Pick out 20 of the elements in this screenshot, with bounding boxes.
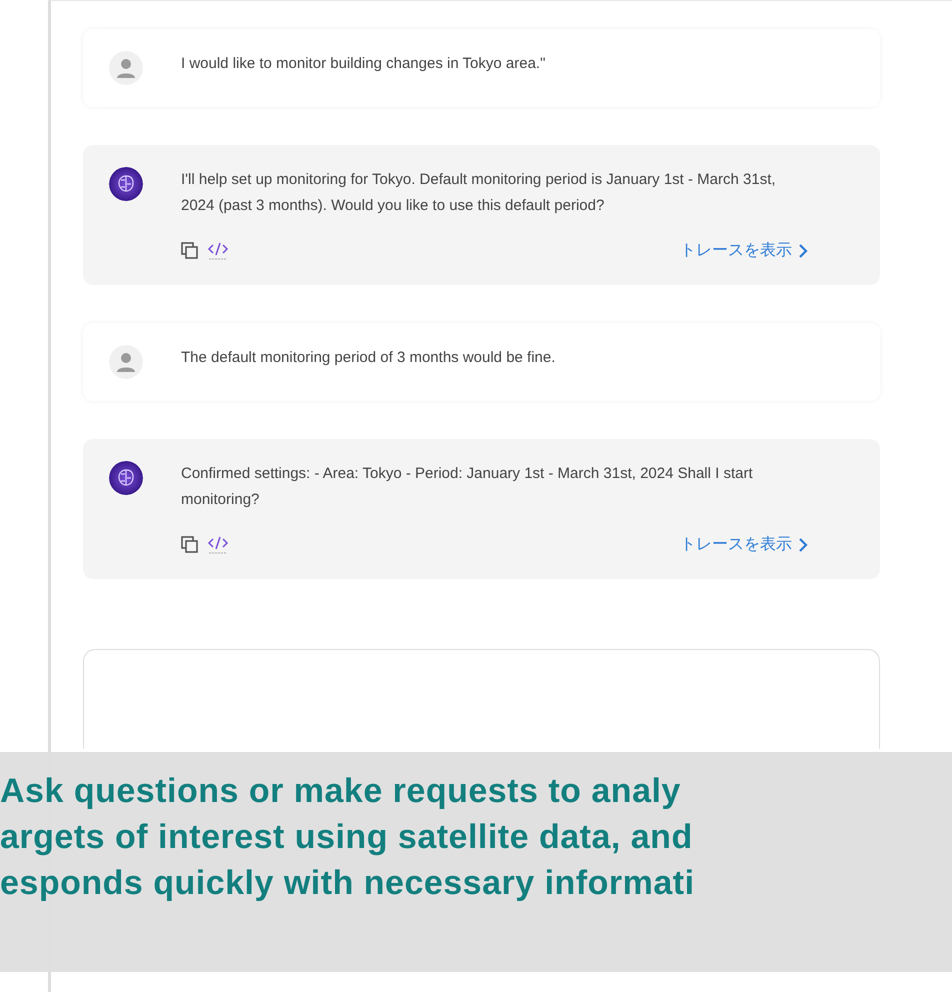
code-icon[interactable]	[207, 241, 229, 261]
view-trace-link[interactable]: トレースを表示	[680, 533, 808, 557]
view-trace-link[interactable]: トレースを表示	[680, 239, 808, 263]
message-text: I would like to monitor building changes in Tokyo area."	[181, 54, 546, 74]
copy-icon[interactable]	[181, 536, 199, 554]
brain-avatar-icon	[109, 167, 143, 201]
message-text: Confirmed settings: - Area: Tokyo - Period: January 1st - March 31st, 2024 Shall I start monitoring?	[181, 464, 754, 510]
caption-line: esponds quickly with necessary informati	[0, 863, 696, 904]
chevron-right-icon	[798, 243, 808, 259]
caption-line: argets of interest using satellite data, and	[0, 817, 694, 858]
brain-avatar-icon	[109, 461, 143, 495]
user-avatar-icon	[109, 345, 143, 379]
message-input-box[interactable]	[83, 649, 880, 749]
code-icon[interactable]	[207, 535, 229, 555]
message-text: I'll help set up monitoring for Tokyo. Default monitoring period is January 1st - March 31st, 2024 (past 3 months). Would you like to use this default period?	[181, 170, 777, 216]
caption-line: Ask questions or make requests to analy	[0, 771, 682, 812]
copy-icon[interactable]	[181, 242, 199, 260]
message-text: The default monitoring period of 3 months would be fine.	[181, 348, 556, 368]
user-avatar-icon	[109, 51, 143, 85]
chevron-right-icon	[798, 537, 808, 553]
